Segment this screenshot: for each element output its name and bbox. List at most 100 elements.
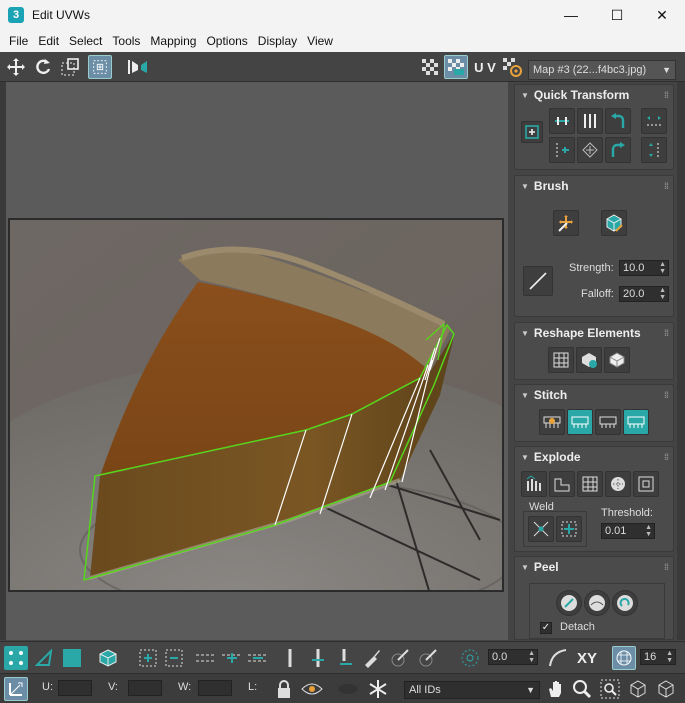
relax-brush-icon[interactable] xyxy=(601,210,627,236)
spinner-arrows-icon[interactable]: ▲ ▼ xyxy=(645,524,652,538)
falloff-type-icon[interactable] xyxy=(546,646,570,670)
pan-hand-icon[interactable] xyxy=(544,677,568,701)
peel-mode-icon[interactable] xyxy=(584,590,610,616)
falloff-curve-icon[interactable] xyxy=(523,266,553,296)
u-field[interactable] xyxy=(58,680,92,696)
align-horizontal-icon[interactable] xyxy=(549,108,575,134)
loop-shrink-icon[interactable] xyxy=(246,646,270,670)
strength-spinner[interactable]: 10.0 ▲ ▼ xyxy=(619,260,669,276)
break-to-flatten-icon[interactable] xyxy=(633,471,659,497)
detach-checkbox[interactable]: ✓ xyxy=(540,622,552,634)
xy-space-button[interactable]: XY xyxy=(574,646,600,670)
checker-pattern-icon[interactable] xyxy=(418,55,442,79)
menu-view[interactable]: View xyxy=(302,34,338,48)
shrink-selection-icon[interactable] xyxy=(162,646,186,670)
polygon-mode-icon[interactable] xyxy=(60,646,84,670)
soft-selection-icon[interactable] xyxy=(458,646,482,670)
straighten-selection-icon[interactable] xyxy=(548,347,574,373)
break-by-polygroups-icon[interactable] xyxy=(521,471,547,497)
rotate-minus-90-icon[interactable] xyxy=(605,108,631,134)
paint-select-grow-icon[interactable] xyxy=(388,646,412,670)
align-to-edge-icon[interactable] xyxy=(549,137,575,163)
stitch-header[interactable]: ▼ Stitch ⁞⁞ xyxy=(515,385,673,405)
stitch-average-icon[interactable] xyxy=(595,409,621,435)
edge-mode-icon[interactable] xyxy=(32,646,56,670)
stitch-to-target-icon[interactable] xyxy=(567,409,593,435)
quick-peel-icon[interactable] xyxy=(556,590,582,616)
menu-file[interactable]: File xyxy=(4,34,33,48)
relax-until-flat-icon[interactable] xyxy=(576,347,602,373)
reshape-elements-header[interactable]: ▼ Reshape Elements ⁞⁞ xyxy=(515,323,673,343)
paint-select-shrink-icon[interactable] xyxy=(416,646,440,670)
absolute-offset-toggle-icon[interactable] xyxy=(4,677,28,701)
menu-tools[interactable]: Tools xyxy=(107,34,145,48)
w-field[interactable] xyxy=(198,680,232,696)
stitch-custom-icon[interactable] xyxy=(539,409,565,435)
relax-icon[interactable] xyxy=(604,347,630,373)
maximize-button[interactable]: ☐ xyxy=(594,0,640,30)
explode-header[interactable]: ▼ Explode ⁞⁞ xyxy=(515,447,673,467)
rotate-plus-90-icon[interactable] xyxy=(605,137,631,163)
zoom-extents-icon[interactable] xyxy=(626,677,650,701)
zoom-icon[interactable] xyxy=(570,677,594,701)
ring-select-icon[interactable] xyxy=(278,646,302,670)
mirror-icon[interactable] xyxy=(126,55,150,79)
menu-display[interactable]: Display xyxy=(253,34,302,48)
uv-texture-tile[interactable] xyxy=(8,218,504,592)
rotate-icon[interactable] xyxy=(31,55,55,79)
scale-icon[interactable] xyxy=(58,55,82,79)
weld-selected-icon[interactable] xyxy=(528,516,554,542)
spinner-arrows-icon[interactable]: ▲ ▼ xyxy=(528,650,535,664)
falloff-spinner[interactable]: 20.0 ▲ ▼ xyxy=(619,286,669,302)
loop-select-icon[interactable] xyxy=(194,646,218,670)
straighten-icon[interactable] xyxy=(577,137,603,163)
uv-toggle-button[interactable]: U V xyxy=(472,55,498,79)
move-icon[interactable] xyxy=(4,55,28,79)
align-vertical-icon[interactable] xyxy=(577,108,603,134)
grid-snap-icon[interactable] xyxy=(612,646,636,670)
spinner-arrows-icon[interactable]: ▲ ▼ xyxy=(666,650,673,664)
minimize-button[interactable]: — xyxy=(548,0,594,30)
break-by-smoothing-icon[interactable] xyxy=(549,471,575,497)
lock-icon[interactable] xyxy=(272,677,296,701)
freeform-icon[interactable] xyxy=(88,55,112,79)
close-button[interactable]: ✕ xyxy=(639,0,685,30)
weld-all-icon[interactable] xyxy=(556,516,582,542)
panel-scrollbar[interactable] xyxy=(677,82,685,640)
map-selector-dropdown[interactable]: Map #3 (22...f4bc3.jpg) ▼ xyxy=(528,60,676,80)
stitch-to-source-icon[interactable] xyxy=(623,409,649,435)
menu-mapping[interactable]: Mapping xyxy=(145,34,201,48)
element-mode-icon[interactable] xyxy=(96,646,120,670)
zoom-region-icon[interactable] xyxy=(598,677,622,701)
paint-select-icon[interactable] xyxy=(360,646,384,670)
menu-edit[interactable]: Edit xyxy=(33,34,64,48)
peel-header[interactable]: ▼ Peel ⁞⁞ xyxy=(515,557,673,577)
threshold-spinner[interactable]: 0.01 ▲ ▼ xyxy=(601,523,655,539)
menu-select[interactable]: Select xyxy=(64,34,107,48)
set-pivot-icon[interactable] xyxy=(521,121,543,143)
ring-grow-icon[interactable] xyxy=(306,646,330,670)
grow-selection-icon[interactable] xyxy=(136,646,160,670)
break-by-uv-icon[interactable] xyxy=(605,471,631,497)
space-horizontal-icon[interactable] xyxy=(641,108,667,134)
zoom-selected-icon[interactable] xyxy=(654,677,678,701)
brush-header[interactable]: ▼ Brush ⁞⁞ xyxy=(515,176,673,196)
texture-settings-icon[interactable] xyxy=(500,55,524,79)
v-field[interactable] xyxy=(128,680,162,696)
hide-icon[interactable] xyxy=(300,677,324,701)
material-id-dropdown[interactable]: All IDs ▼ xyxy=(404,681,540,699)
loop-grow-icon[interactable] xyxy=(220,646,244,670)
reset-peel-icon[interactable] xyxy=(612,590,638,616)
uv-viewport[interactable] xyxy=(6,82,508,640)
menu-options[interactable]: Options xyxy=(201,34,252,48)
break-by-material-icon[interactable] xyxy=(577,471,603,497)
soft-selection-spinner[interactable]: 0.0 ▲ ▼ xyxy=(488,649,538,665)
freeze-icon[interactable] xyxy=(366,677,390,701)
grid-size-spinner[interactable]: 16 ▲ ▼ xyxy=(640,649,676,665)
freeze-visibility-icon[interactable] xyxy=(336,677,360,701)
spinner-arrows-icon[interactable]: ▲ ▼ xyxy=(659,287,666,301)
quick-transform-header[interactable]: ▼ Quick Transform ⁞⁞ xyxy=(515,85,673,105)
show-map-icon[interactable] xyxy=(444,55,468,79)
paint-move-icon[interactable] xyxy=(553,210,579,236)
space-vertical-icon[interactable] xyxy=(641,137,667,163)
